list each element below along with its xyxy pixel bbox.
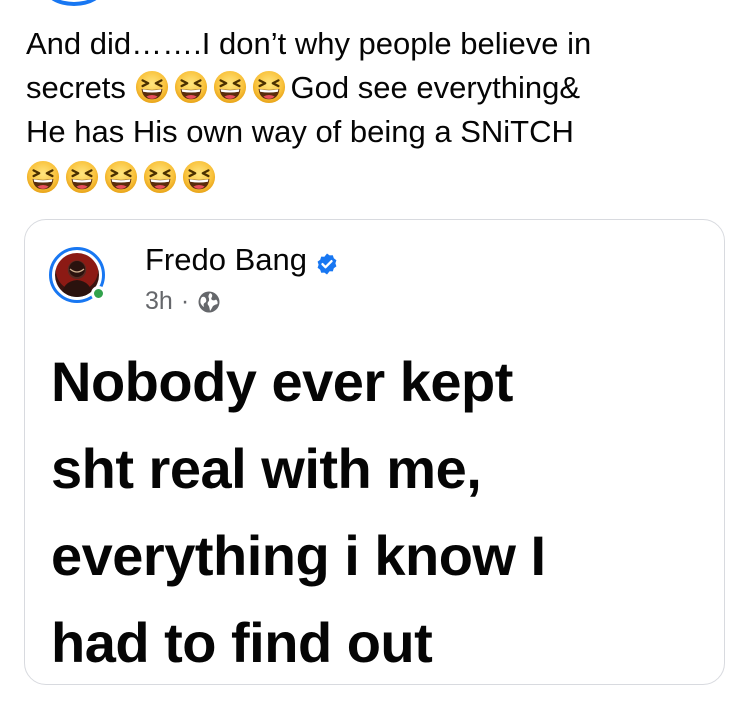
author-avatar[interactable]	[49, 247, 106, 303]
shared-post-body-line: had to find out	[51, 611, 433, 674]
post-text: And did…….I don’t why people believe in …	[26, 22, 726, 200]
grinning-squinting-face-emoji	[135, 70, 169, 104]
grinning-squinting-face-emoji	[182, 160, 216, 194]
shared-post-body-line: sht real with me,	[51, 437, 482, 500]
post-view: And did…….I don’t why people believe in …	[0, 0, 750, 704]
shared-post-body-line: Nobody ever kept	[51, 350, 513, 413]
author-name-text: Fredo Bang	[145, 242, 307, 277]
post-timestamp[interactable]: 3h	[145, 287, 173, 316]
grinning-squinting-face-emoji	[174, 70, 208, 104]
verified-badge-icon	[315, 248, 339, 275]
grinning-squinting-face-emoji	[252, 70, 286, 104]
grinning-squinting-face-emoji	[104, 160, 138, 194]
grinning-squinting-face-emoji	[213, 70, 247, 104]
author-name[interactable]: Fredo Bang	[145, 242, 339, 278]
post-text-line: He has His own way of being a SNiTCH	[26, 114, 574, 149]
emoji-row	[26, 156, 726, 200]
shared-post-body-line: everything i know I	[51, 524, 546, 587]
shared-post-card[interactable]: Fredo Bang 3h · Nobody ever kept sht rea…	[24, 219, 725, 685]
post-text-line: And did…….I don’t why people believe in	[26, 26, 592, 61]
grinning-squinting-face-emoji	[143, 160, 177, 194]
post-text-fragment: God see everything&	[290, 70, 581, 105]
profile-avatar-partial[interactable]	[44, 0, 104, 6]
grinning-squinting-face-emoji	[26, 160, 60, 194]
post-text-fragment: secrets	[26, 70, 126, 105]
globe-icon	[197, 290, 221, 314]
meta-separator: ·	[180, 287, 190, 315]
online-status-dot	[91, 286, 106, 301]
shared-post-body: Nobody ever kept sht real with me, every…	[51, 338, 711, 686]
post-meta: 3h ·	[145, 287, 221, 316]
grinning-squinting-face-emoji	[65, 160, 99, 194]
post-text-line: secrets God see everything&	[26, 66, 726, 110]
shared-post-header: Fredo Bang 3h ·	[49, 240, 649, 320]
